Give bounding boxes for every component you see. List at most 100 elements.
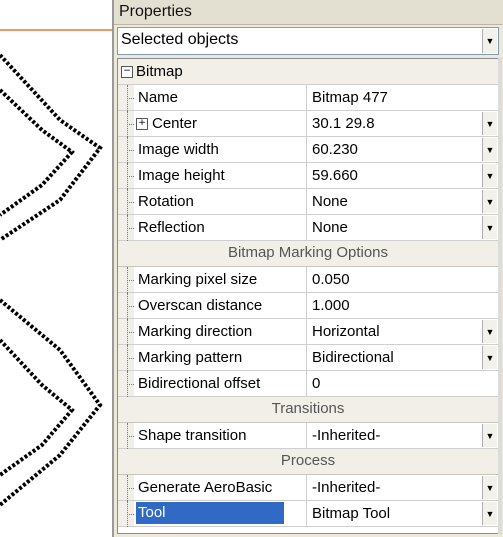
property-value: -Inherited- xyxy=(312,427,381,444)
tree-connector xyxy=(127,293,128,319)
property-label: Marking direction xyxy=(138,323,253,340)
property-value: -Inherited- xyxy=(312,479,381,496)
tree-connector xyxy=(127,137,128,163)
tree-connector xyxy=(127,345,128,371)
property-value-cell[interactable]: -Inherited- ▼ xyxy=(306,475,498,500)
tree-connector xyxy=(127,384,134,385)
property-row[interactable]: Generate AeroBasic -Inherited- ▼ xyxy=(118,475,498,501)
property-label: Reflection xyxy=(138,219,205,236)
property-row[interactable]: Rotation None ▼ xyxy=(118,189,498,215)
dropdown-arrow-icon[interactable]: ▼ xyxy=(482,320,497,343)
dropdown-arrow-icon[interactable]: ▼ xyxy=(482,216,497,239)
tree-connector xyxy=(127,202,134,203)
property-value: Bidirectional xyxy=(312,349,394,366)
property-label: Overscan distance xyxy=(138,297,263,314)
tree-connector xyxy=(127,501,128,527)
property-row[interactable]: Image height 59.660 ▼ xyxy=(118,163,498,189)
tree-connector xyxy=(127,488,134,489)
property-label: Rotation xyxy=(138,193,194,210)
section-label: Process xyxy=(280,452,336,469)
dropdown-arrow-icon[interactable]: ▼ xyxy=(482,476,497,499)
property-value: Bitmap 477 xyxy=(312,89,388,106)
dropdown-arrow-icon[interactable]: ▼ xyxy=(482,346,497,369)
tree-connector xyxy=(127,280,134,281)
tree-connector xyxy=(127,124,134,125)
plus-box-icon[interactable]: + xyxy=(136,118,148,130)
dropdown-arrow-icon[interactable]: ▼ xyxy=(482,502,497,525)
property-value-cell[interactable]: 0 xyxy=(306,371,498,396)
drawing-canvas[interactable] xyxy=(0,0,112,537)
property-value-cell[interactable]: Bitmap 477 xyxy=(306,85,498,110)
property-value-cell[interactable]: Horizontal ▼ xyxy=(306,319,498,344)
tree-connector xyxy=(127,163,128,189)
tree-connector xyxy=(127,189,128,215)
category-bitmap[interactable]: − Bitmap xyxy=(118,59,498,85)
tree-connector xyxy=(127,111,128,137)
property-value-cell[interactable]: Bitmap Tool ▼ xyxy=(306,501,498,526)
property-value: Bitmap Tool xyxy=(312,505,391,522)
section-header-process: Process xyxy=(118,449,498,475)
property-row[interactable]: Reflection None ▼ xyxy=(118,215,498,241)
property-label: Tool xyxy=(136,502,284,524)
property-row[interactable]: Tool Bitmap Tool ▼ xyxy=(118,501,498,527)
property-value-cell[interactable]: Bidirectional ▼ xyxy=(306,345,498,370)
property-row[interactable]: Overscan distance 1.000 xyxy=(118,293,498,319)
dropdown-arrow-icon[interactable]: ▼ xyxy=(482,112,497,135)
object-selector-dropdown[interactable]: Selected objects ▼ xyxy=(117,27,499,55)
property-label: Name xyxy=(138,89,179,106)
dropdown-arrow-icon[interactable]: ▼ xyxy=(482,164,497,187)
property-value: 1.000 xyxy=(312,297,350,314)
tree-connector xyxy=(127,475,128,501)
tree-connector xyxy=(127,228,134,229)
property-value-cell[interactable]: 59.660 ▼ xyxy=(306,163,498,188)
panel-title: Properties xyxy=(114,0,503,25)
property-label: Marking pattern xyxy=(138,349,243,366)
tree-connector xyxy=(127,514,134,515)
minus-box-icon[interactable]: − xyxy=(121,66,133,78)
tree-connector xyxy=(127,85,128,111)
section-label: Bitmap Marking Options xyxy=(227,244,389,261)
tree-connector xyxy=(127,150,134,151)
dropdown-arrow-icon[interactable]: ▼ xyxy=(482,190,497,213)
section-label: Transitions xyxy=(271,400,345,417)
property-row[interactable]: Bidirectional offset 0 xyxy=(118,371,498,397)
dropdown-arrow-icon[interactable]: ▼ xyxy=(482,424,497,447)
dropdown-arrow-icon[interactable]: ▼ xyxy=(482,29,497,53)
property-row[interactable]: Marking pixel size 0.050 xyxy=(118,267,498,293)
property-value-cell[interactable]: -Inherited- ▼ xyxy=(306,423,498,448)
property-label: Image height xyxy=(138,167,225,184)
property-row[interactable]: Name Bitmap 477 xyxy=(118,85,498,111)
tree-connector xyxy=(127,371,128,397)
tree-connector xyxy=(127,358,134,359)
property-value-cell[interactable]: None ▼ xyxy=(306,215,498,240)
section-header-transitions: Transitions xyxy=(118,397,498,423)
property-value: None xyxy=(312,193,348,210)
property-label: Image width xyxy=(138,141,219,158)
property-value-cell[interactable]: 1.000 xyxy=(306,293,498,318)
property-value-cell[interactable]: 30.1 29.8 ▼ xyxy=(306,111,498,136)
properties-panel: Properties Selected objects ▼ − Bitmap N… xyxy=(112,0,503,537)
tree-connector xyxy=(127,319,128,345)
property-row[interactable]: Marking direction Horizontal ▼ xyxy=(118,319,498,345)
property-label: Bidirectional offset xyxy=(138,375,261,392)
property-value-cell[interactable]: 0.050 xyxy=(306,267,498,292)
property-row[interactable]: Marking pattern Bidirectional ▼ xyxy=(118,345,498,371)
property-row[interactable]: Image width 60.230 ▼ xyxy=(118,137,498,163)
property-row[interactable]: Shape transition -Inherited- ▼ xyxy=(118,423,498,449)
dropdown-arrow-icon[interactable]: ▼ xyxy=(482,138,497,161)
section-header-marking: Bitmap Marking Options xyxy=(118,241,498,267)
property-value: 0 xyxy=(312,375,321,392)
tree-connector xyxy=(127,176,134,177)
property-row[interactable]: + Center 30.1 29.8 ▼ xyxy=(118,111,498,137)
property-label: Center xyxy=(152,115,198,132)
property-value: 60.230 xyxy=(312,141,358,158)
property-value: 30.1 29.8 xyxy=(312,115,375,132)
property-value: 59.660 xyxy=(312,167,358,184)
tree-connector xyxy=(127,423,128,449)
property-value-cell[interactable]: None ▼ xyxy=(306,189,498,214)
bitmap-zigzag-drawing xyxy=(0,29,112,507)
property-value-cell[interactable]: 60.230 ▼ xyxy=(306,137,498,162)
vertical-scrollbar[interactable] xyxy=(498,58,502,534)
property-value: None xyxy=(312,219,348,236)
category-label: Bitmap xyxy=(136,63,183,80)
